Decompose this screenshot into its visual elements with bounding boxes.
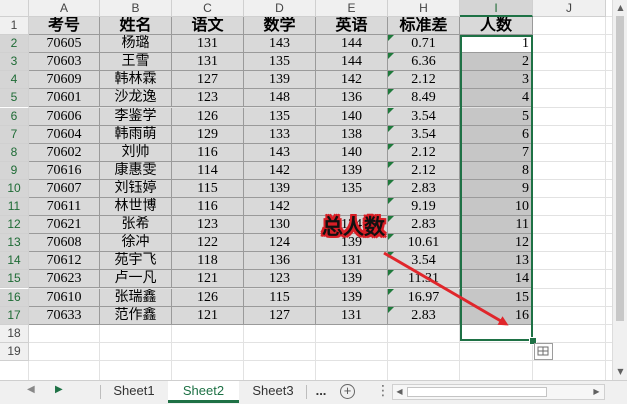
prev-sheet-icon[interactable]: ◀ — [27, 384, 35, 395]
tab-sheet1[interactable]: Sheet1 — [101, 381, 167, 403]
add-sheet-button[interactable]: + — [340, 384, 355, 399]
tab-divider — [306, 385, 307, 399]
scroll-down-icon[interactable]: ▼ — [615, 366, 626, 377]
horizontal-scrollbar[interactable]: ◀ ▶ — [392, 384, 605, 400]
scroll-right-icon[interactable]: ▶ — [591, 386, 602, 397]
scroll-up-icon[interactable]: ▲ — [615, 2, 626, 13]
tab-sheet3[interactable]: Sheet3 — [240, 381, 306, 403]
next-sheet-icon[interactable]: ▶ — [55, 384, 63, 395]
annotation-label: 总人数 — [322, 215, 385, 239]
tab-split-handle-icon[interactable]: ⋮ — [376, 383, 390, 399]
vertical-scrollbar[interactable]: ▲ ▼ — [612, 0, 627, 380]
vertical-scroll-thumb[interactable] — [616, 16, 624, 321]
sheet-tab-bar: ◀ ▶ Sheet1 Sheet2 Sheet3 ... + ⋮ ◀ ▶ — [0, 380, 627, 404]
horizontal-scroll-thumb[interactable] — [407, 387, 547, 397]
tab-sheet2[interactable]: Sheet2 — [168, 381, 239, 403]
scroll-left-icon[interactable]: ◀ — [394, 386, 405, 397]
spreadsheet-grid[interactable]: A B C D E H I J 1 2 3 4 5 6 7 8 9 10 11 12 13 14 15 16 17 18 19 考号姓… — [0, 0, 612, 380]
more-sheets-button[interactable]: ... — [309, 381, 333, 403]
red-arrow-icon — [383, 251, 509, 326]
